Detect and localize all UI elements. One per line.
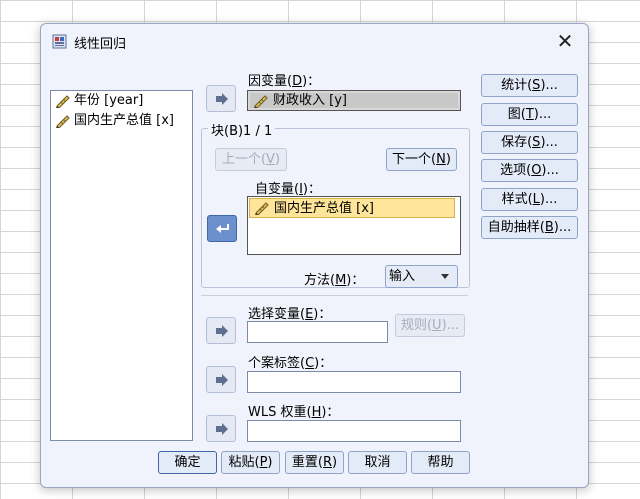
next-block-button[interactable]: 下一个(N) xyxy=(386,148,457,171)
paste-button[interactable]: 粘贴(P) xyxy=(221,451,280,474)
save-button[interactable]: 保存(S)... xyxy=(481,131,578,154)
right-arrow-icon xyxy=(216,423,228,435)
move-to-case-label-button[interactable] xyxy=(206,366,236,393)
source-variable-list[interactable]: 年份 [year] 国内生产总值 [x] xyxy=(50,90,193,441)
close-button[interactable]: ✕ xyxy=(554,30,576,52)
list-item[interactable]: 国内生产总值 [x] xyxy=(249,198,455,218)
block-group: 块(B)1 / 1 上一个(V) 下一个(N) 自变量(I)： 国内生产总值 [… xyxy=(201,120,470,288)
dialog-title: 线性回归 xyxy=(74,37,127,52)
dependent-variable: 财政收入 [y] xyxy=(251,92,347,109)
dependent-variable-label: 财政收入 [y] xyxy=(273,93,347,108)
section-divider xyxy=(201,295,468,296)
scale-pencil-icon xyxy=(56,95,70,108)
block-legend: 块(B)1 / 1 xyxy=(208,120,276,139)
independent-label: 自变量(I)： xyxy=(255,182,321,197)
list-item[interactable]: 国内生产总值 [x] xyxy=(51,111,192,131)
scale-pencil-icon xyxy=(254,95,268,108)
method-label: 方法(M)： xyxy=(304,273,365,288)
help-button[interactable]: 帮助 xyxy=(411,451,470,474)
move-to-wls-button[interactable] xyxy=(206,415,236,442)
wls-weight-label: WLS 权重(H)： xyxy=(248,405,340,420)
move-to-independent-button[interactable] xyxy=(207,215,237,242)
chevron-down-icon xyxy=(441,274,449,279)
list-item-label: 年份 [year] xyxy=(74,93,144,108)
style-button[interactable]: 样式(L)... xyxy=(481,188,578,211)
dependent-label: 因变量(D)： xyxy=(248,74,321,89)
selection-variable-label: 选择变量(E)： xyxy=(248,307,332,322)
move-to-selection-button[interactable] xyxy=(206,317,236,344)
method-select-value: 输入 xyxy=(389,269,416,284)
dependent-field[interactable]: 财政收入 [y] xyxy=(247,90,461,111)
rule-button[interactable]: 规则(U)... xyxy=(395,314,465,337)
right-arrow-icon xyxy=(216,93,228,105)
cancel-button[interactable]: 取消 xyxy=(348,451,407,474)
selection-variable-field[interactable] xyxy=(247,321,388,343)
spss-app-icon xyxy=(52,34,67,49)
list-item-label: 国内生产总值 [x] xyxy=(74,113,174,128)
previous-block-button[interactable]: 上一个(V) xyxy=(215,148,287,171)
options-button[interactable]: 选项(O)... xyxy=(481,159,578,182)
case-label-label: 个案标签(C)： xyxy=(248,356,333,371)
close-icon: ✕ xyxy=(556,29,574,53)
right-arrow-icon xyxy=(216,374,228,386)
list-item-label: 国内生产总值 [x] xyxy=(274,201,374,216)
scale-pencil-icon xyxy=(56,115,70,128)
title-bar: 线性回归 ✕ xyxy=(41,24,588,58)
move-to-dependent-button[interactable] xyxy=(206,85,236,112)
list-item[interactable]: 年份 [year] xyxy=(51,91,192,111)
scale-pencil-icon xyxy=(255,202,269,215)
bootstrap-button[interactable]: 自助抽样(B)... xyxy=(481,216,578,239)
ok-button[interactable]: 确定 xyxy=(158,451,217,474)
independent-list[interactable]: 国内生产总值 [x] xyxy=(247,196,461,255)
left-return-arrow-icon xyxy=(216,224,229,233)
plots-button[interactable]: 图(T)... xyxy=(481,103,578,126)
linear-regression-dialog: 线性回归 ✕ 年份 [year] 国内生产总值 [x] 因变量(D)： 财政收入… xyxy=(40,23,589,488)
case-label-field[interactable] xyxy=(247,371,461,393)
method-select[interactable]: 输入 xyxy=(385,265,458,288)
wls-weight-field[interactable] xyxy=(247,420,461,442)
right-arrow-icon xyxy=(216,325,228,337)
reset-button[interactable]: 重置(R) xyxy=(285,451,344,474)
statistics-button[interactable]: 统计(S)... xyxy=(481,74,578,97)
